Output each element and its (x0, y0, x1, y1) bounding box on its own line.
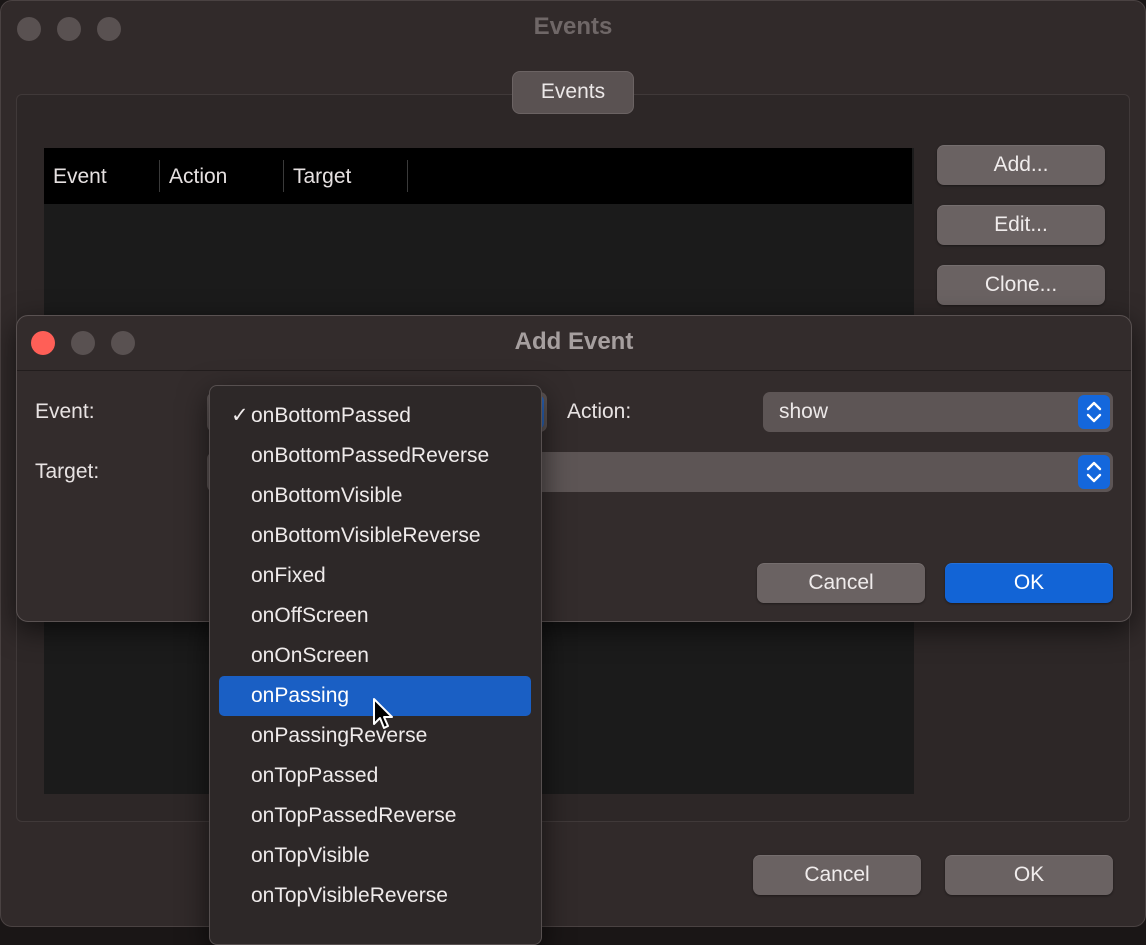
menu-item-label: onPassingReverse (251, 724, 428, 747)
menu-item-onTopVisibleReverse[interactable]: onTopVisibleReverse (219, 876, 531, 916)
column-divider (159, 160, 160, 192)
column-divider (407, 160, 408, 192)
menu-item-onBottomVisibleReverse[interactable]: onBottomVisibleReverse (219, 516, 531, 556)
menu-item-label: onBottomVisible (251, 484, 403, 507)
menu-item-label: onTopPassedReverse (251, 804, 457, 827)
menu-item-label: onFixed (251, 564, 326, 587)
action-popup-button[interactable]: show (763, 392, 1113, 432)
menu-item-onTopVisible[interactable]: onTopVisible (219, 836, 531, 876)
menu-item-label: onBottomPassed (251, 404, 411, 427)
menu-item-onTopPassedReverse[interactable]: onTopPassedReverse (219, 796, 531, 836)
dialog-ok-button[interactable]: OK (945, 563, 1113, 603)
menu-item-onBottomPassed[interactable]: ✓ onBottomPassed (219, 396, 531, 436)
checkmark-icon: ✓ (231, 404, 249, 427)
events-table-header: Event Action Target (44, 148, 912, 204)
menu-item-onOffScreen[interactable]: onOffScreen (219, 596, 531, 636)
column-divider (283, 160, 284, 192)
dialog-cancel-button[interactable]: Cancel (757, 563, 925, 603)
mouse-pointer-icon (373, 698, 393, 729)
action-label: Action: (567, 400, 632, 423)
column-header-target[interactable]: Target (293, 148, 351, 204)
menu-item-label: onTopVisible (251, 844, 370, 867)
menu-item-onFixed[interactable]: onFixed (219, 556, 531, 596)
up-down-arrows-icon (1078, 395, 1110, 429)
menu-item-onBottomVisible[interactable]: onBottomVisible (219, 476, 531, 516)
menu-item-label: onBottomPassedReverse (251, 444, 490, 467)
column-header-action[interactable]: Action (169, 148, 227, 204)
menu-item-label: onTopPassed (251, 764, 379, 787)
menu-item-label: onOnScreen (251, 644, 369, 667)
window-ok-button[interactable]: OK (945, 855, 1113, 895)
menu-item-label: onBottomVisibleReverse (251, 524, 481, 547)
window-title: Events (533, 13, 613, 40)
event-label: Event: (35, 400, 95, 423)
window-cancel-button[interactable]: Cancel (753, 855, 921, 895)
menu-item-onTopPassed[interactable]: onTopPassed (219, 756, 531, 796)
menu-item-label: onOffScreen (251, 604, 369, 627)
menu-item-label: onTopVisibleReverse (251, 884, 448, 907)
add-event-dialog: Add Event Event: Target: Action: show Ca… (16, 315, 1132, 622)
column-header-event[interactable]: Event (53, 148, 107, 204)
menu-item-onOnScreen[interactable]: onOnScreen (219, 636, 531, 676)
events-group-title: Events (512, 71, 634, 114)
target-label: Target: (35, 460, 100, 483)
menu-item-label: onPassing (251, 684, 350, 707)
edit-button[interactable]: Edit... (937, 205, 1105, 245)
clone-button[interactable]: Clone... (937, 265, 1105, 305)
add-button[interactable]: Add... (937, 145, 1105, 185)
action-popup-value: show (779, 400, 829, 423)
up-down-arrows-icon (1078, 455, 1110, 489)
menu-item-onBottomPassedReverse[interactable]: onBottomPassedReverse (219, 436, 531, 476)
dialog-title: Add Event (514, 328, 634, 355)
title-divider (17, 370, 1131, 371)
event-dropdown-menu: ✓ onBottomPassed onBottomPassedReverse o… (209, 385, 542, 945)
